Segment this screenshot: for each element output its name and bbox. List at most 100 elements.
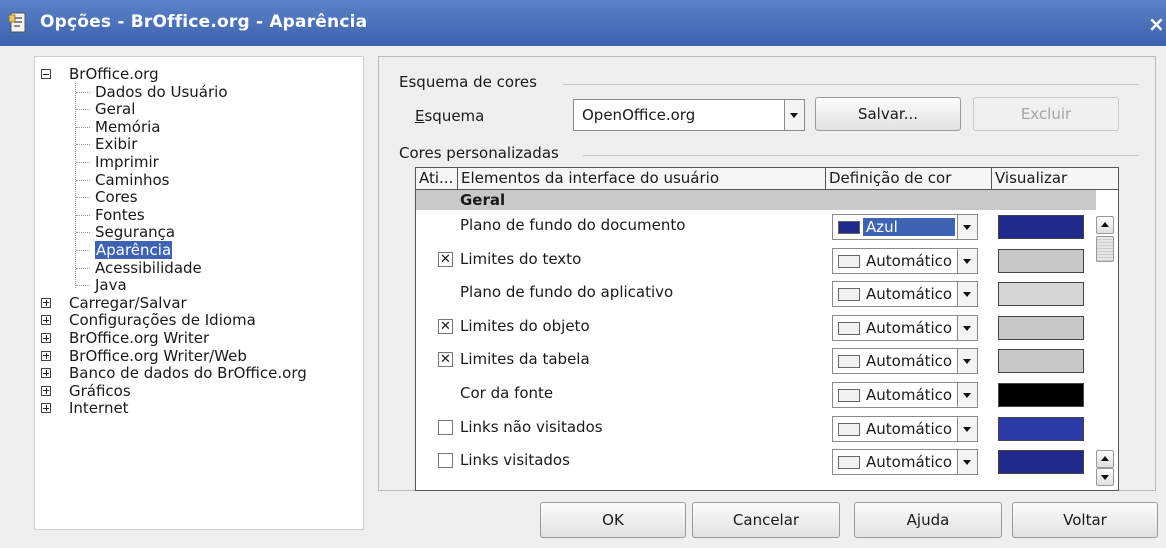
chevron-down-icon[interactable] [957, 416, 977, 441]
row-checkbox[interactable]: ✕ [438, 251, 453, 267]
color-preview [998, 349, 1084, 374]
tree-item[interactable]: Memória [95, 118, 161, 136]
color-preview [998, 416, 1084, 441]
tree-connector [76, 126, 90, 128]
color-preview [998, 215, 1084, 239]
row-checkbox[interactable] [438, 419, 453, 435]
tree-item[interactable]: BrOffice.org Writer [69, 329, 209, 347]
tree-item-label: Segurança [95, 223, 176, 242]
tree-item[interactable]: Gráficos [69, 382, 131, 400]
color-select[interactable]: Automático [832, 449, 978, 476]
tree-connector [76, 214, 90, 216]
custom-colors-table[interactable]: Ati... Elementos da interface do usuário D… [415, 167, 1119, 491]
group-divider [563, 84, 1139, 85]
tree-item[interactable]: Java [95, 276, 127, 294]
row-label: Limites da tabela [460, 350, 590, 369]
tree-connector [76, 109, 90, 111]
back-button[interactable]: Voltar [1012, 502, 1158, 538]
close-icon[interactable]: × [1148, 12, 1165, 36]
color-preview [998, 315, 1084, 340]
tree-item[interactable]: Exibir [95, 135, 137, 153]
ok-button[interactable]: OK [540, 502, 686, 538]
cancel-button[interactable]: Cancelar [692, 502, 840, 538]
help-label: Ajuda [906, 511, 950, 529]
color-name: Automático [866, 285, 953, 304]
expand-icon[interactable] [41, 368, 51, 379]
column-color-definition-header[interactable]: Definição de cor [826, 168, 992, 190]
expand-icon[interactable] [41, 403, 51, 414]
back-label: Voltar [1063, 511, 1107, 529]
chevron-down-icon[interactable] [957, 349, 977, 374]
options-tree[interactable]: BrOffice.org Dados do Usuário Geral Memória… [34, 56, 364, 530]
collapse-icon[interactable] [41, 69, 51, 79]
color-select[interactable]: Azul [832, 214, 978, 240]
tree-item-label: Exibir [95, 135, 138, 154]
tree-item-root[interactable]: BrOffice.org [69, 65, 159, 83]
tree-item-label: Cores [95, 188, 138, 207]
tree-item[interactable]: Caminhos [95, 171, 169, 189]
chevron-down-icon[interactable] [957, 315, 977, 340]
color-swatch [838, 422, 860, 436]
chevron-down-icon[interactable] [957, 248, 977, 273]
tree-item[interactable]: Fontes [95, 206, 145, 224]
column-preview-header[interactable]: Visualizar [992, 168, 1118, 190]
tree-item-label: Geral [95, 100, 136, 119]
save-scheme-button[interactable]: Salvar... [815, 97, 961, 131]
color-swatch [838, 389, 860, 402]
row-label: Cor da fonte [460, 384, 554, 402]
expand-icon[interactable] [41, 315, 51, 326]
scroll-down-icon[interactable] [1096, 468, 1114, 486]
save-scheme-label: Salvar... [857, 105, 919, 123]
expand-icon[interactable] [41, 385, 51, 396]
column-ui-elements-header[interactable]: Elementos da interface do usuário [458, 168, 826, 190]
tree-item[interactable]: Internet [69, 399, 129, 417]
scheme-select[interactable]: OpenOffice.org [573, 99, 805, 131]
chevron-down-icon[interactable] [957, 215, 977, 239]
tree-item[interactable]: Cores [95, 188, 138, 206]
scheme-label: Esquema [415, 107, 485, 125]
row-checkbox[interactable] [438, 453, 453, 469]
color-select[interactable]: Automático [832, 247, 978, 274]
color-name: Automático [866, 419, 953, 438]
color-name: Automático [866, 251, 953, 270]
color-select[interactable]: Automático [832, 415, 978, 442]
scheme-value: OpenOffice.org [582, 106, 696, 124]
tree-item[interactable]: Carregar/Salvar [69, 294, 187, 312]
row-checkbox[interactable]: ✕ [438, 352, 453, 368]
tree-connector [76, 285, 90, 287]
color-scheme-group-label: Esquema de cores [399, 73, 537, 91]
color-select[interactable]: Automático [832, 314, 978, 341]
color-select[interactable]: Automático [832, 382, 978, 408]
tree-item[interactable]: Geral [95, 100, 135, 118]
tree-item[interactable]: Configurações de Idioma [69, 311, 256, 329]
chevron-down-icon[interactable] [957, 450, 977, 475]
scrollbar-thumb[interactable] [1096, 236, 1114, 262]
expand-icon[interactable] [41, 333, 51, 343]
expand-icon[interactable] [41, 350, 51, 361]
tree-item[interactable]: Banco de dados do BrOffice.org [69, 364, 307, 382]
color-select[interactable]: Automático [832, 281, 978, 308]
tree-item[interactable]: Acessibilidade [95, 259, 202, 277]
help-button[interactable]: Ajuda [854, 502, 1002, 538]
row-label: Plano de fundo do documento [460, 216, 686, 234]
tree-connector [75, 83, 76, 289]
tree-item[interactable]: BrOffice.org Writer/Web [69, 347, 247, 365]
tree-connector [76, 144, 90, 146]
tree-item[interactable]: Aparência [95, 241, 173, 259]
row-checkbox[interactable]: ✕ [438, 318, 453, 334]
row-label: Limites do texto [460, 249, 582, 268]
tree-item[interactable]: Segurança [95, 223, 175, 241]
chevron-down-icon[interactable] [784, 100, 804, 130]
column-active-header[interactable]: Ati... [416, 168, 458, 190]
scroll-up-icon[interactable] [1096, 216, 1114, 234]
color-preview [998, 248, 1084, 273]
scroll-up-icon[interactable] [1096, 450, 1114, 468]
tree-item[interactable]: Imprimir [95, 153, 159, 171]
expand-icon[interactable] [41, 297, 51, 308]
color-select[interactable]: Automático [832, 348, 978, 375]
chevron-down-icon[interactable] [957, 383, 977, 407]
tree-connector [76, 250, 90, 251]
group-header-geral: Geral [416, 190, 1096, 210]
chevron-down-icon[interactable] [957, 282, 977, 307]
tree-item[interactable]: Dados do Usuário [95, 83, 228, 101]
